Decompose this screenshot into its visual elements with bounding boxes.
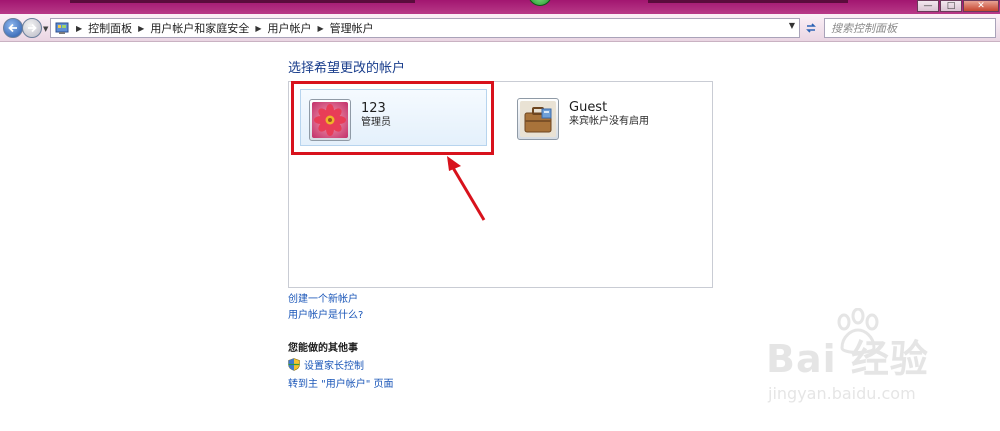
account-name: Guest <box>569 100 608 115</box>
taskbar-fragment <box>70 0 415 3</box>
briefcase-avatar-icon <box>517 98 559 140</box>
address-bar: ▼ ▶ 控制面板 ▶ 用户帐户和家庭安全 ▶ 用户帐户 ▶ 管理帐户 ▼ <box>0 14 1000 42</box>
refresh-button[interactable] <box>802 18 820 38</box>
account-links: 创建一个新帐户 用户帐户是什么? <box>288 292 363 324</box>
forward-button[interactable] <box>22 18 42 38</box>
shield-icon <box>288 358 300 371</box>
arrow-right-icon <box>28 23 37 33</box>
watermark-text: Bai 经验 <box>766 337 929 381</box>
page-title: 选择希望更改的帐户 <box>288 61 406 76</box>
control-panel-icon <box>55 22 69 34</box>
main-user-accounts-label: 转到主 "用户帐户" 页面 <box>288 379 394 390</box>
breadcrumb-control-panel[interactable]: 控制面板 <box>85 20 135 36</box>
recent-pages-dropdown-icon[interactable]: ▼ <box>43 25 48 33</box>
chevron-right-icon[interactable]: ▶ <box>252 24 264 33</box>
close-button[interactable]: ✕ <box>963 0 999 12</box>
parental-controls-label: 设置家长控制 <box>304 361 364 372</box>
breadcrumb-user-accounts-family[interactable]: 用户帐户和家庭安全 <box>147 20 252 36</box>
taskbar-fragment <box>648 0 848 3</box>
chevron-down-icon[interactable]: ▼ <box>789 21 795 30</box>
watermark-url: jingyan.baidu.com <box>768 384 916 403</box>
annotation-arrow-icon <box>447 156 486 221</box>
maximize-button[interactable]: □ <box>940 0 962 12</box>
chevron-right-icon[interactable]: ▶ <box>314 24 326 33</box>
window-title-strip: — □ ✕ <box>0 0 1000 14</box>
parental-controls-link[interactable]: 设置家长控制 <box>288 357 364 372</box>
chevron-right-icon[interactable]: ▶ <box>135 24 147 33</box>
account-info: Guest 来宾帐户没有启用 <box>569 98 649 129</box>
baidu-jingyan-watermark: Bai 经验 jingyan.baidu.com <box>766 308 966 418</box>
what-is-user-account-link[interactable]: 用户帐户是什么? <box>288 308 363 324</box>
breadcrumb[interactable]: ▶ 控制面板 ▶ 用户帐户和家庭安全 ▶ 用户帐户 ▶ 管理帐户 ▼ <box>50 18 800 38</box>
annotation-highlight-box <box>291 81 494 155</box>
green-orb-icon <box>528 0 552 6</box>
other-tasks-title: 您能做的其他事 <box>288 343 358 354</box>
chevron-right-icon[interactable]: ▶ <box>73 24 85 33</box>
minimize-button[interactable]: — <box>917 0 939 12</box>
refresh-icon <box>806 23 816 33</box>
create-account-link[interactable]: 创建一个新帐户 <box>288 292 363 308</box>
account-role: 来宾帐户没有启用 <box>569 116 649 127</box>
back-button[interactable] <box>3 18 23 38</box>
arrow-left-icon <box>8 23 17 33</box>
search-input[interactable] <box>824 18 996 38</box>
breadcrumb-manage-accounts[interactable]: 管理帐户 <box>327 20 377 36</box>
account-tile-guest[interactable]: Guest 来宾帐户没有启用 <box>514 96 701 146</box>
breadcrumb-user-accounts[interactable]: 用户帐户 <box>264 20 314 36</box>
main-user-accounts-link[interactable]: 转到主 "用户帐户" 页面 <box>288 375 394 390</box>
